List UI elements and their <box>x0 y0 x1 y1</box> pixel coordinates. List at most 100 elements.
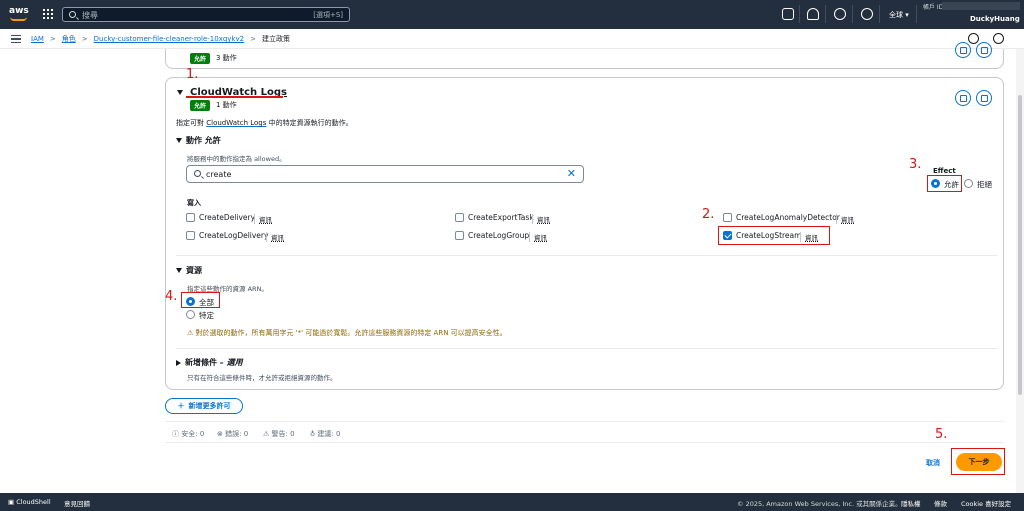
warning-icon: ⚠ <box>187 329 194 337</box>
breadcrumb-roles[interactable]: 角色 <box>62 34 76 44</box>
services-grid-icon[interactable] <box>43 9 53 19</box>
security-count: 安全: 0 <box>181 430 205 438</box>
actions-subtext: 將服務中的動作指定為 allowed。 <box>187 155 286 163</box>
annotation-box-next <box>951 448 1005 475</box>
effect-deny-radio[interactable] <box>964 179 973 188</box>
actions-heading[interactable]: 動作 允許 <box>176 135 221 146</box>
allow-badge: 允許 <box>190 100 211 111</box>
checkbox-label: CreateLogDelivery <box>199 231 269 240</box>
settings-icon[interactable] <box>993 33 1004 44</box>
action-count: 1 動作 <box>216 101 237 109</box>
action-count: 3 動作 <box>216 54 237 62</box>
cloudshell-label: CloudShell <box>16 498 51 506</box>
breadcrumb-current: 建立政策 <box>261 35 290 43</box>
checkbox-label: CreateExportTask <box>468 213 534 222</box>
info-link[interactable]: 資訊 <box>529 232 547 242</box>
cloudshell-link[interactable]: ▣ CloudShell <box>8 498 51 506</box>
error-icon: ⊗ <box>217 430 223 438</box>
suggestions-count: 建議: 0 <box>317 430 341 438</box>
actions-search-input[interactable]: create ✕ <box>186 165 584 183</box>
conditions-optional: – 選用 <box>219 358 243 367</box>
resources-heading[interactable]: 資源 <box>176 265 202 276</box>
help-icon[interactable] <box>834 8 846 20</box>
warnings-stat[interactable]: ⚠ 警告: 0 <box>263 429 295 439</box>
add-more-permissions-button[interactable]: ＋新增更多許可 <box>165 398 243 414</box>
lightbulb-icon: ♁ <box>310 430 316 438</box>
annotation-2: 2. <box>702 207 715 222</box>
region-selector[interactable]: 全球 ▾ <box>889 10 909 20</box>
copyright: © 2025, Amazon Web Services, Inc. 或其關係企業… <box>737 500 902 508</box>
errors-stat[interactable]: ⊗ 錯誤: 0 <box>217 429 248 439</box>
annotation-box-resources-all <box>181 292 220 308</box>
annotation-5: 5. <box>935 427 948 442</box>
chevron-right-icon: > <box>81 35 88 43</box>
add-more-label: 新增更多許可 <box>188 402 231 410</box>
checkbox-label: CreateDelivery <box>199 213 256 222</box>
checkbox-create-log-anomaly-detector[interactable] <box>723 213 732 222</box>
gear-icon[interactable] <box>861 8 873 20</box>
search-icon <box>69 11 76 18</box>
warnings-count: 警告: 0 <box>271 430 295 438</box>
breadcrumb-role[interactable]: Ducky-customer-file-cleaner-role-10xqykv… <box>94 35 244 43</box>
annotation-4: 4. <box>165 289 178 304</box>
caret-down-icon <box>177 90 183 95</box>
description-pre: 指定可對 <box>176 119 207 127</box>
duplicate-icon[interactable] <box>955 90 971 106</box>
aws-logo[interactable]: aws <box>9 6 29 22</box>
info-link[interactable]: 資訊 <box>836 214 854 224</box>
effect-deny-label: 拒絕 <box>977 180 992 189</box>
privacy-link[interactable]: 隱私權 <box>901 498 921 508</box>
errors-count: 錯誤: 0 <box>225 430 249 438</box>
user-menu[interactable]: DuckyHuang <box>970 15 1020 23</box>
actions-heading-value: 允許 <box>204 136 221 145</box>
duplicate-icon[interactable] <box>955 42 971 58</box>
allow-badge: 允許 <box>190 53 211 64</box>
bell-icon[interactable] <box>807 8 819 20</box>
chevron-right-icon: > <box>49 35 56 43</box>
scrollbar-thumb[interactable] <box>1018 95 1022 395</box>
checkbox-create-delivery[interactable] <box>186 213 195 222</box>
feedback-link[interactable]: 意見回饋 <box>64 498 90 508</box>
global-search-input[interactable]: 搜尋 [選項+S] <box>62 7 350 22</box>
resources-warning: ⚠ 對於選取的動作，所有萬用字元 '*' 可能過於寬鬆。允許這些服務資源的特定 … <box>187 328 507 338</box>
breadcrumb-bar: IAM > 角色 > Ducky-customer-file-cleaner-r… <box>0 29 1024 49</box>
menu-icon[interactable] <box>11 35 21 43</box>
shield-icon: ⓘ <box>172 430 179 438</box>
console-footer: ▣ CloudShell 意見回饋 © 2025, Amazon Web Ser… <box>0 493 1024 511</box>
actions-search-value: create <box>206 170 232 179</box>
checkbox-create-log-delivery[interactable] <box>186 231 195 240</box>
resources-specific-radio[interactable] <box>186 310 195 319</box>
description-link[interactable]: CloudWatch Logs <box>206 119 266 127</box>
caret-down-icon <box>176 138 182 143</box>
annotation-1: 1. <box>186 67 199 82</box>
clear-icon[interactable]: ✕ <box>567 167 576 180</box>
conditions-heading-label: 新增條件 <box>185 358 217 367</box>
top-navigation: aws 搜尋 [選項+S] 全球 ▾ 帳戶 ID: DuckyHuang <box>0 0 1024 29</box>
checkbox-label: CreateLogAnomalyDetector <box>736 213 840 222</box>
cloudshell-icon[interactable] <box>782 8 794 20</box>
delete-icon[interactable] <box>976 90 992 106</box>
search-shortcut: [選項+S] <box>313 11 343 19</box>
terms-link[interactable]: 條款 <box>934 498 947 508</box>
checkbox-create-log-group[interactable] <box>455 231 464 240</box>
cancel-button[interactable]: 取消 <box>926 458 940 468</box>
delete-icon[interactable] <box>976 42 992 58</box>
policy-validation-stats: ⓘ 安全: 0 ⊗ 錯誤: 0 ⚠ 警告: 0 ♁ 建議: 0 <box>165 421 1004 443</box>
plus-icon: ＋ <box>177 402 185 410</box>
info-link[interactable]: 資訊 <box>254 214 272 224</box>
checkbox-create-export-task[interactable] <box>455 213 464 222</box>
resources-specific-label: 特定 <box>199 311 214 320</box>
conditions-subtext: 只有在符合這些條件時，才允許或拒絕資源的動作。 <box>187 374 337 382</box>
security-stat[interactable]: ⓘ 安全: 0 <box>172 429 204 439</box>
previous-service-panel: 允許 3 動作 <box>165 42 1004 69</box>
search-placeholder: 搜尋 <box>82 11 98 20</box>
info-link[interactable]: 資訊 <box>266 232 284 242</box>
caret-down-icon <box>176 268 182 273</box>
breadcrumb-iam[interactable]: IAM <box>31 35 44 43</box>
suggestions-stat[interactable]: ♁ 建議: 0 <box>310 429 340 439</box>
cookie-preferences-link[interactable]: Cookie 喜好設定 <box>961 498 1011 508</box>
conditions-heading[interactable]: 新增條件 – 選用 <box>176 357 243 368</box>
info-link[interactable]: 資訊 <box>532 214 550 224</box>
actions-heading-label: 動作 <box>186 136 202 145</box>
caret-right-icon <box>176 359 181 366</box>
